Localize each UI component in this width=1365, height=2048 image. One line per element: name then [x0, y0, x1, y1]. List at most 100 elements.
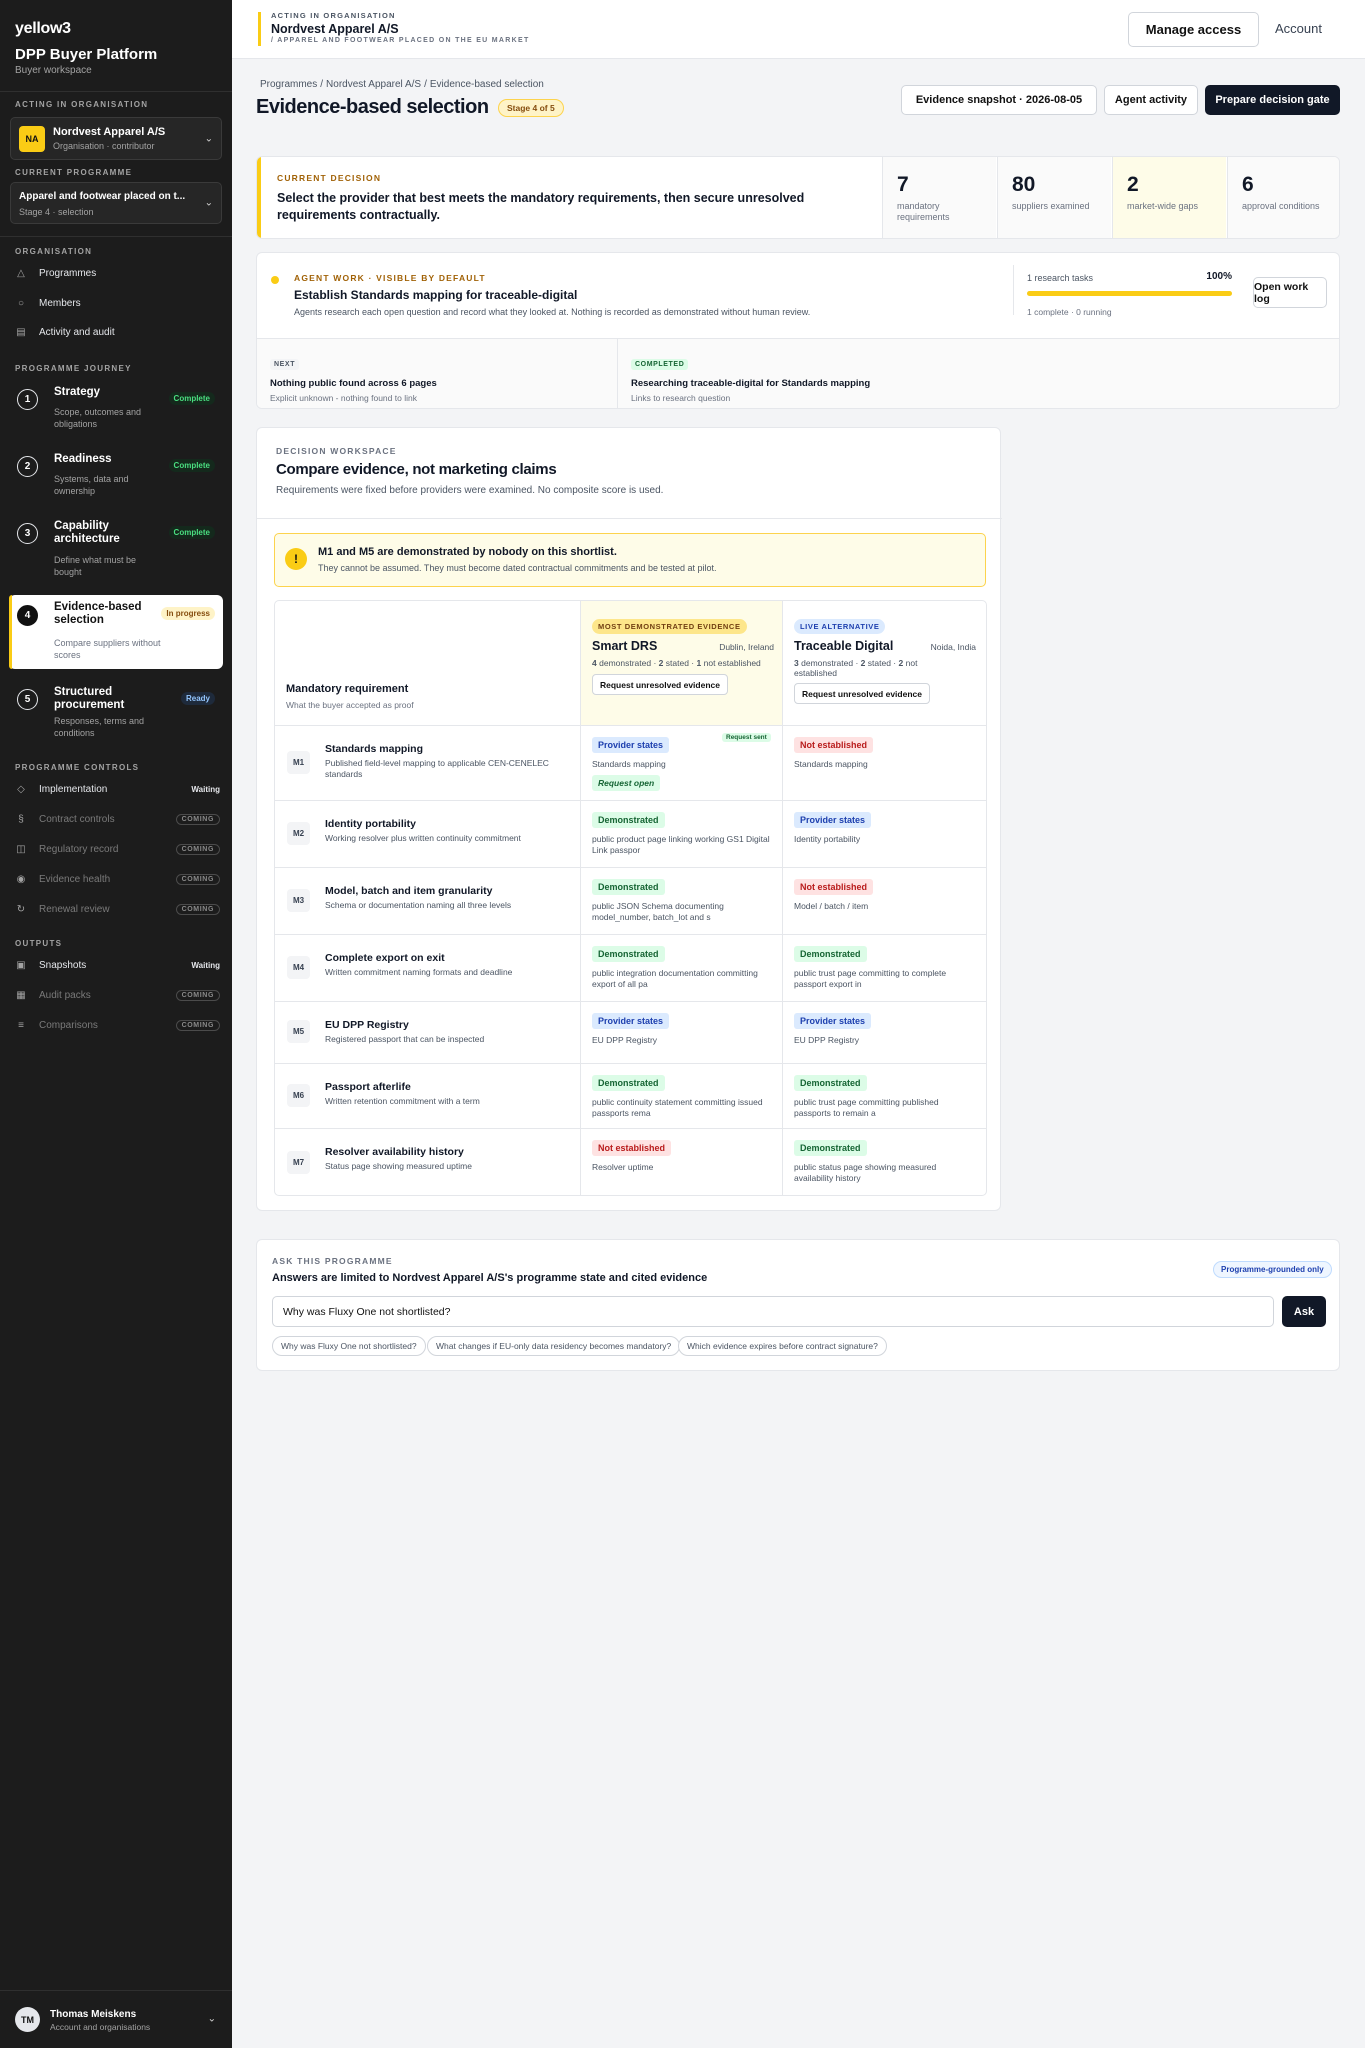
- row-divider: [275, 1063, 986, 1064]
- step-structured-procurement[interactable]: 5 Structured procurement Responses, term…: [9, 680, 223, 748]
- ask-input[interactable]: [272, 1296, 1274, 1327]
- evidence-status: Provider states: [794, 1013, 872, 1029]
- step-evidence-selection[interactable]: 4 Evidence-based selection Compare suppl…: [9, 595, 223, 669]
- prepare-decision-gate-button[interactable]: Prepare decision gate: [1205, 85, 1340, 115]
- next-item: NEXT Nothing public found across 6 pages…: [270, 353, 437, 403]
- step-strategy[interactable]: 1 Strategy Scope, outcomes and obligatio…: [9, 380, 223, 442]
- sidebar: yellow3 DPP Buyer Platform Buyer workspa…: [0, 0, 232, 2048]
- request-evidence-button[interactable]: Request unresolved evidence: [592, 674, 728, 695]
- warning-title: M1 and M5 are demonstrated by nobody on …: [318, 546, 617, 558]
- nav-label: Programmes: [39, 267, 97, 279]
- chevron-down-icon: ⌄: [204, 133, 213, 144]
- nav-label: Audit packs: [39, 989, 91, 1001]
- evidence-note: public JSON Schema documenting model_num…: [592, 901, 724, 922]
- stat-suppliers-examined: 80 suppliers examined: [997, 157, 1111, 238]
- stat-value: 2: [1127, 173, 1139, 196]
- stat-value: 80: [1012, 173, 1036, 196]
- requirement-desc: Status page showing measured uptime: [325, 1161, 472, 1171]
- suggestion-chip[interactable]: What changes if EU-only data residency b…: [427, 1336, 681, 1356]
- accent-bar: [257, 157, 261, 238]
- stat-approval-conditions: 6 approval conditions: [1227, 157, 1339, 238]
- requirement-desc: Published field-level mapping to applica…: [325, 758, 549, 779]
- programme-caption: CURRENT PROGRAMME: [15, 168, 133, 177]
- evidence-note: public status page showing measured avai…: [794, 1162, 937, 1183]
- brand-logo[interactable]: yellow3: [15, 20, 71, 38]
- next-sub: Explicit unknown - nothing found to link: [270, 393, 417, 403]
- nav-label: Renewal review: [39, 903, 110, 915]
- step-number: 4: [17, 605, 38, 626]
- nav-members[interactable]: ○ Members: [15, 293, 220, 313]
- nav-renewal-review: ↻ Renewal review COMING: [15, 899, 220, 919]
- agent-work-card: AGENT WORK · VISIBLE BY DEFAULT Establis…: [256, 252, 1340, 409]
- nav-regulatory-record: ◫ Regulatory record COMING: [15, 839, 220, 859]
- open-work-log-button[interactable]: Open work log: [1253, 277, 1327, 308]
- stat-label: mandatory requirements: [897, 201, 950, 222]
- coming-badge: COMING: [175, 989, 220, 1001]
- pack-icon: ▦: [16, 989, 26, 1001]
- suggestion-chip[interactable]: Which evidence expires before contract s…: [678, 1336, 887, 1356]
- ask-button[interactable]: Ask: [1282, 1296, 1326, 1327]
- requirement-title: Complete export on exit: [325, 952, 445, 964]
- programme-switcher[interactable]: Apparel and footwear placed on t... Stag…: [10, 182, 222, 224]
- status-badge: Complete: [168, 459, 215, 472]
- org-switcher[interactable]: NA Nordvest Apparel A/S Organisation · c…: [10, 117, 222, 160]
- status-tag: Waiting: [191, 960, 220, 970]
- step-desc: Define what must be bought: [54, 555, 137, 577]
- nav-programmes[interactable]: △ Programmes: [15, 263, 220, 283]
- evidence-note: EU DPP Registry: [794, 1035, 860, 1045]
- topbar-programme: / APPAREL AND FOOTWEAR PLACED ON THE EU …: [271, 37, 530, 44]
- evidence-snapshot-button[interactable]: Evidence snapshot · 2026-08-05: [901, 85, 1097, 115]
- evidence-note: public continuity statement committing i…: [592, 1097, 763, 1118]
- org-role: Organisation · contributor: [53, 141, 155, 151]
- workspace-caption: DECISION WORKSPACE: [276, 446, 397, 456]
- warning-callout: ! M1 and M5 are demonstrated by nobody o…: [274, 533, 986, 587]
- step-number: 2: [17, 456, 38, 477]
- user-menu[interactable]: TM Thomas Meiskens Account and organisat…: [15, 2002, 220, 2036]
- nav-activity-audit[interactable]: ▤ Activity and audit: [15, 322, 220, 342]
- request-evidence-button[interactable]: Request unresolved evidence: [794, 683, 930, 704]
- decision-workspace-card: DECISION WORKSPACE Compare evidence, not…: [256, 427, 1002, 1211]
- suggestion-chip[interactable]: Why was Fluxy One not shortlisted?: [272, 1336, 426, 1356]
- manage-access-button[interactable]: Manage access: [1128, 12, 1259, 47]
- evidence-status: Not established: [794, 737, 874, 753]
- nav-label: Activity and audit: [39, 326, 115, 338]
- agent-activity-button[interactable]: Agent activity: [1104, 85, 1198, 115]
- divider: [1013, 265, 1014, 315]
- stat-value: 6: [1242, 173, 1254, 196]
- completed-title: Researching traceable-digital for Standa…: [631, 378, 871, 389]
- nav-label: Contract controls: [39, 813, 115, 825]
- step-desc: Scope, outcomes and obligations: [54, 407, 142, 429]
- controls-caption: PROGRAMME CONTROLS: [15, 763, 140, 772]
- breadcrumb: Programmes / Nordvest Apparel A/S / Evidence…: [260, 79, 544, 90]
- step-readiness[interactable]: 2 Readiness Systems, data and ownership …: [9, 447, 223, 509]
- topbar-caption: ACTING IN ORGANISATION: [271, 11, 396, 20]
- current-decision-card: CURRENT DECISION Select the provider tha…: [256, 156, 1340, 239]
- breadcrumb-programmes[interactable]: Programmes: [260, 79, 317, 90]
- account-link[interactable]: Account: [1275, 21, 1322, 36]
- step-desc: Systems, data and ownership: [54, 474, 129, 496]
- requirement-title: Standards mapping: [325, 743, 424, 755]
- step-title: Readiness: [54, 453, 112, 465]
- nav-contract-controls: § Contract controls COMING: [15, 809, 220, 829]
- provider-smart-drs: MOST DEMONSTRATED EVIDENCE Smart DRS Dub…: [592, 616, 774, 695]
- top-bar: ACTING IN ORGANISATION Nordvest Apparel …: [232, 0, 1365, 59]
- evidence-status: Demonstrated: [592, 1075, 665, 1091]
- requirement-title: Resolver availability history: [325, 1146, 464, 1158]
- requirement-code: M3: [287, 889, 310, 912]
- evidence-note: public trust page committing to complete…: [794, 968, 947, 989]
- breadcrumb-org[interactable]: Nordvest Apparel A/S: [326, 79, 421, 90]
- row-divider: [275, 800, 986, 801]
- journey-caption: PROGRAMME JOURNEY: [15, 364, 132, 373]
- provider-tag: MOST DEMONSTRATED EVIDENCE: [592, 619, 747, 634]
- nav-snapshots[interactable]: ▣ Snapshots Waiting: [15, 955, 220, 975]
- nav-implementation[interactable]: ◇ Implementation Waiting: [15, 779, 220, 799]
- provider-summary: 3 demonstrated · 2 stated · 2 not establ…: [794, 658, 918, 678]
- evidence-status: Demonstrated: [794, 1075, 867, 1091]
- requirement-subheader: What the buyer accepted as proof: [286, 700, 414, 710]
- grounded-badge: Programme-grounded only: [1213, 1261, 1332, 1278]
- step-capability-architecture[interactable]: 3 Capability architecture Define what mu…: [9, 514, 223, 582]
- list-icon: ▤: [16, 326, 26, 338]
- evidence-note: Standards mapping: [592, 759, 666, 769]
- main: ACTING IN ORGANISATION Nordvest Apparel …: [232, 0, 1365, 2048]
- requirement-desc: Working resolver plus written continuity…: [325, 833, 521, 843]
